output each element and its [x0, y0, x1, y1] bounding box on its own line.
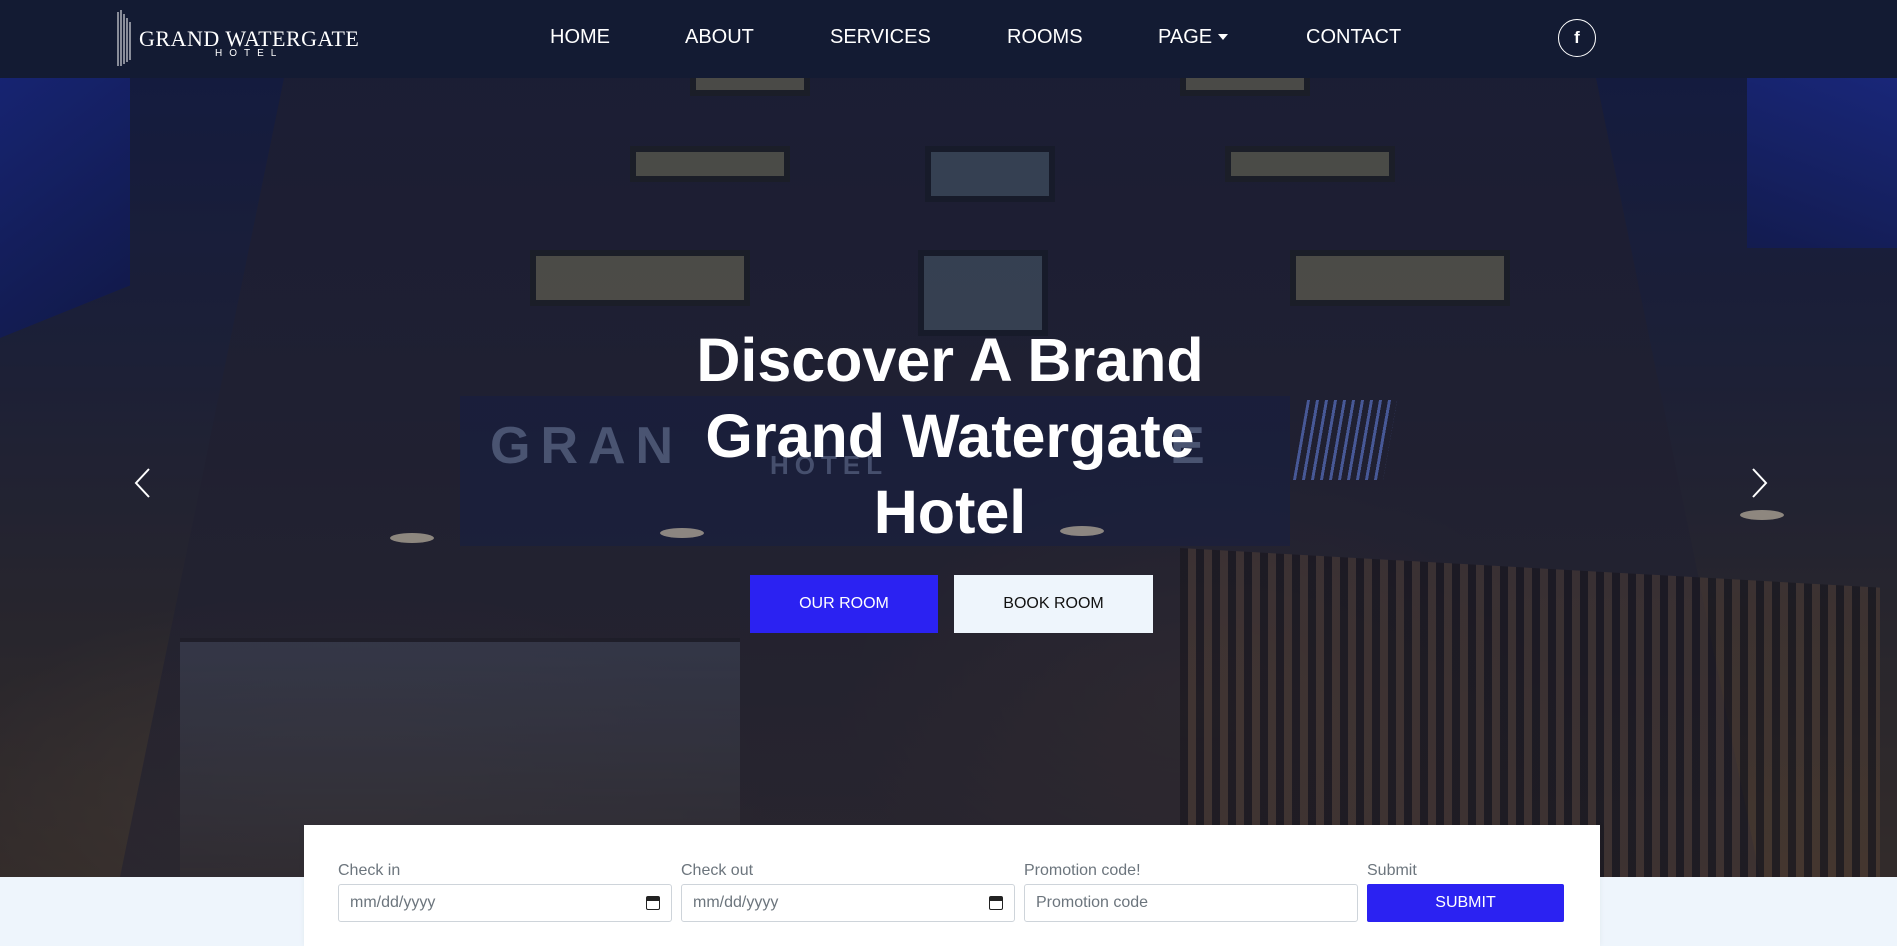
promo-code-input[interactable]: Promotion code	[1024, 884, 1358, 922]
hotel-logo[interactable]: GRAND WATERGATE HOTEL	[116, 8, 366, 70]
nav-services[interactable]: SERVICES	[830, 26, 931, 49]
facebook-glyph: f	[1574, 28, 1580, 47]
calendar-icon[interactable]	[646, 896, 660, 910]
logo-mark-icon	[117, 10, 131, 66]
nav-about[interactable]: ABOUT	[685, 26, 754, 49]
hero-headline-line1: Discover A Brand	[696, 326, 1204, 394]
checkout-date-input[interactable]: mm/dd/yyyy	[681, 884, 1015, 922]
book-room-button[interactable]: BOOK ROOM	[954, 575, 1153, 633]
caret-down-icon	[1218, 34, 1229, 40]
submit-button[interactable]: SUBMIT	[1367, 884, 1564, 922]
carousel-prev-icon[interactable]	[131, 466, 155, 500]
checkin-date-input[interactable]: mm/dd/yyyy	[338, 884, 672, 922]
promo-label: Promotion code!	[1024, 862, 1141, 879]
hero-headline-line3: Hotel	[873, 478, 1027, 546]
nav-rooms[interactable]: ROOMS	[1007, 26, 1083, 49]
checkout-label: Check out	[681, 862, 754, 879]
checkin-label: Check in	[338, 862, 401, 879]
carousel-next-icon[interactable]	[1747, 466, 1771, 500]
our-room-button[interactable]: OUR ROOM	[750, 575, 938, 633]
calendar-icon[interactable]	[989, 896, 1003, 910]
booking-form: Check in mm/dd/yyyy Check out mm/dd/yyyy…	[304, 825, 1600, 946]
hero-headline-line2: Grand Watergate	[705, 402, 1195, 470]
nav-page-label: PAGE	[1158, 26, 1213, 48]
logo-subtitle: HOTEL	[215, 48, 284, 59]
checkout-value: mm/dd/yyyy	[693, 894, 779, 911]
nav-home[interactable]: HOME	[550, 26, 610, 49]
navbar: GRAND WATERGATE HOTEL HOME ABOUT SERVICE…	[0, 0, 1897, 78]
submit-label: Submit	[1367, 862, 1417, 879]
checkin-value: mm/dd/yyyy	[350, 894, 436, 911]
hero-headline: Discover A Brand Grand Watergate Hotel	[600, 322, 1300, 550]
promo-placeholder: Promotion code	[1036, 894, 1149, 911]
facebook-icon[interactable]: f	[1558, 19, 1596, 57]
nav-page-dropdown[interactable]: PAGE	[1158, 26, 1229, 49]
nav-contact[interactable]: CONTACT	[1306, 26, 1401, 49]
